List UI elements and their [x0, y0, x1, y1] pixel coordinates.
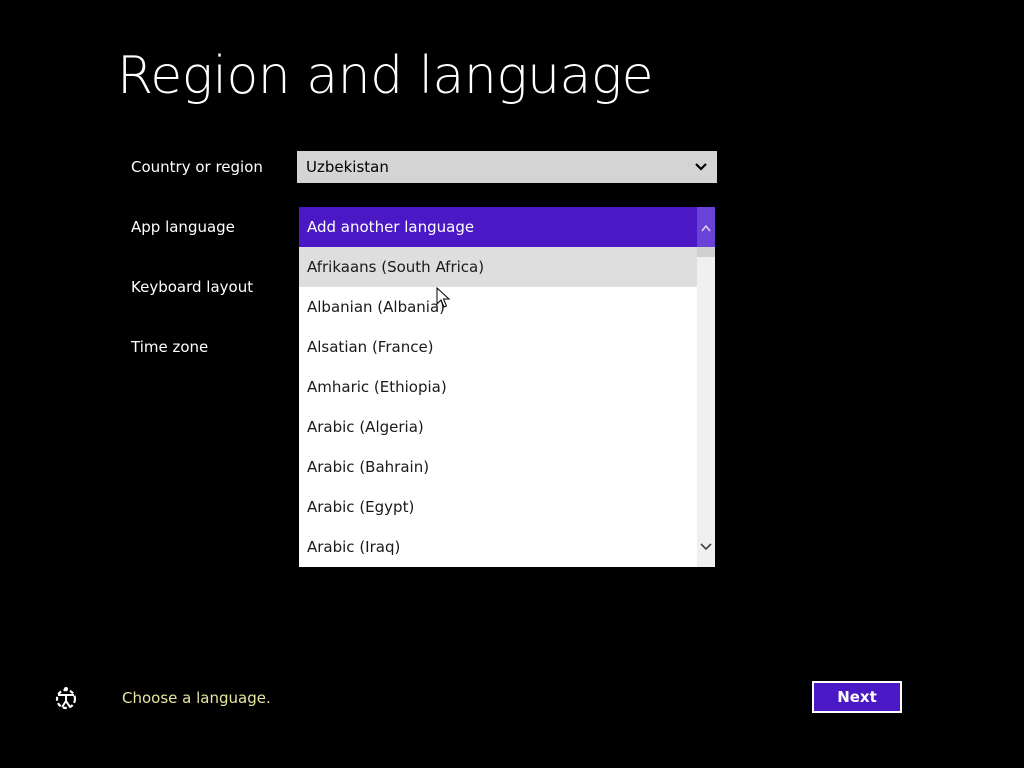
ease-of-access-icon[interactable]	[52, 684, 80, 712]
language-option[interactable]: Arabic (Algeria)	[299, 407, 697, 447]
app-language-label: App language	[131, 218, 235, 236]
chevron-down-icon	[700, 543, 712, 551]
chevron-up-icon	[701, 224, 711, 232]
scroll-thumb[interactable]	[697, 247, 715, 257]
app-language-listbox[interactable]: Add another language Afrikaans (South Af…	[299, 207, 715, 567]
scroll-down-button[interactable]	[697, 539, 715, 555]
region-language-page: Region and language Country or region Uz…	[0, 0, 1024, 768]
country-label: Country or region	[131, 158, 263, 176]
keyboard-layout-label: Keyboard layout	[131, 278, 254, 296]
page-title: Region and language	[117, 46, 654, 106]
language-option[interactable]: Alsatian (France)	[299, 327, 697, 367]
mouse-pointer-icon	[436, 287, 451, 308]
language-option[interactable]: Afrikaans (South Africa)	[299, 247, 697, 287]
chevron-down-icon	[695, 163, 707, 171]
listbox-scrollbar[interactable]	[697, 207, 715, 567]
language-option-add-another[interactable]: Add another language	[299, 207, 697, 247]
language-option[interactable]: Arabic (Iraq)	[299, 527, 697, 567]
language-option[interactable]: Amharic (Ethiopia)	[299, 367, 697, 407]
country-select[interactable]: Uzbekistan	[297, 151, 717, 183]
next-button[interactable]: Next	[812, 681, 902, 713]
status-text: Choose a language.	[122, 689, 271, 707]
language-option[interactable]: Arabic (Bahrain)	[299, 447, 697, 487]
language-option[interactable]: Arabic (Egypt)	[299, 487, 697, 527]
language-option[interactable]: Albanian (Albania)	[299, 287, 697, 327]
time-zone-label: Time zone	[131, 338, 209, 356]
country-select-value: Uzbekistan	[306, 158, 389, 176]
scroll-up-button[interactable]	[697, 207, 715, 247]
